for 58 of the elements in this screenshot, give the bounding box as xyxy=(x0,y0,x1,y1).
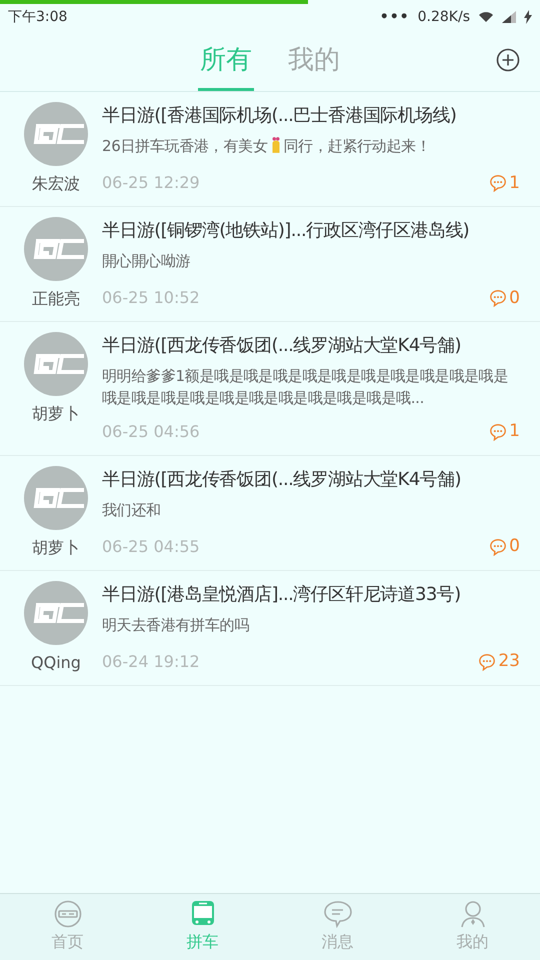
post-title: 半日游([西龙传香饭团(...线罗湖站大堂K4号舗) xyxy=(102,334,462,358)
nav-tab[interactable]: 消息 xyxy=(270,894,405,960)
charging-icon xyxy=(524,10,532,24)
post-title: 半日游([西龙传香饭团(...线罗湖站大堂K4号舗) xyxy=(102,468,462,492)
post-item[interactable]: QQing 半日游([港岛皇悦酒店]...湾仔区轩尼诗道33号) 明天去香港有拼车的吗 06-24 19:12 23 xyxy=(0,570,540,686)
post-item[interactable]: 朱宏波 半日游([香港国际机场(...巴士香港国际机场线) 26日拼车玩香港，有美女 同行，赶紧行动起来！ 06-25 12:29 1 xyxy=(0,92,540,207)
post-title: 半日游([铜锣湾(地铁站)]...行政区湾仔区港岛线) xyxy=(102,219,470,243)
comment-icon xyxy=(489,422,508,441)
avatar-icon xyxy=(24,332,88,396)
comment-icon xyxy=(489,538,508,556)
author-name: 朱宏波 xyxy=(32,173,80,195)
post-time: 06-25 10:52 xyxy=(102,287,200,310)
logo-icon xyxy=(54,900,82,928)
more-dots: ••• xyxy=(380,8,410,26)
add-icon[interactable] xyxy=(496,48,520,72)
author-name: 正能亮 xyxy=(32,288,80,310)
comment-icon xyxy=(489,289,508,308)
bus-icon xyxy=(190,900,214,928)
nav-tab[interactable]: 拼车 xyxy=(135,894,270,960)
comment-count: 23 xyxy=(498,650,520,673)
signal-icon xyxy=(502,11,516,23)
author-name: 胡萝卜 xyxy=(32,536,80,558)
post-body: 明天去香港有拼车的吗 xyxy=(102,616,250,634)
post-item[interactable]: 胡萝卜 半日游([西龙传香饭团(...线罗湖站大堂K4号舗) 明明给爹爹1额是哦是哦是哦是哦是哦是哦是哦是哦是哦是哦是哦是哦是哦是哦是哦是哦是哦是哦是哦是哦是哦... 06-25 04:56 1 xyxy=(0,322,540,456)
post-title: 半日游([香港国际机场(...巴士香港国际机场线) xyxy=(102,104,458,128)
author-name: 胡萝卜 xyxy=(32,403,80,425)
avatar-icon xyxy=(24,466,88,530)
comment-icon xyxy=(478,652,496,671)
comment-count: 0 xyxy=(509,535,520,558)
user-icon xyxy=(460,900,486,928)
comment-icon xyxy=(489,174,508,192)
post-time: 06-25 04:55 xyxy=(102,536,200,558)
comment-count: 0 xyxy=(509,286,520,310)
post-time: 06-24 19:12 xyxy=(102,650,200,673)
post-time: 06-25 12:29 xyxy=(102,172,200,194)
post-body: 26日拼车玩香港，有美女 xyxy=(102,137,268,155)
comment-count: 1 xyxy=(509,172,520,194)
wifi-icon xyxy=(478,11,494,23)
avatar-icon xyxy=(24,217,88,281)
post-body: 開心開心呦游 xyxy=(102,252,190,270)
post-body: 明明给爹爹1额是哦是哦是哦是哦是哦是哦是哦是哦是哦是哦是哦是哦是哦是哦是哦是哦是哦是哦是哦是哦是哦... xyxy=(102,367,508,407)
post-item[interactable]: 正能亮 半日游([铜锣湾(地铁站)]...行政区湾仔区港岛线) 開心開心呦游 06-25 10:52 0 xyxy=(0,207,540,322)
tab[interactable]: 所有 xyxy=(198,33,254,91)
status-time: 下午3:08 xyxy=(8,8,68,26)
network-speed: 0.28K/s xyxy=(418,8,470,26)
post-body: 我们还和 xyxy=(102,500,161,518)
post-title: 半日游([港岛皇悦酒店]...湾仔区轩尼诗道33号) xyxy=(102,582,462,606)
chat-icon xyxy=(322,900,352,928)
avatar-icon xyxy=(24,102,88,166)
comment-count: 1 xyxy=(509,420,520,443)
nav-tab[interactable]: 首页 xyxy=(0,894,135,960)
nav-tab[interactable]: 我的 xyxy=(405,894,540,960)
post-time: 06-25 04:56 xyxy=(102,420,200,443)
post-body: 同行，赶紧行动起来！ xyxy=(284,137,431,155)
post-item[interactable]: 胡萝卜 半日游([西龙传香饭团(...线罗湖站大堂K4号舗) 我们还和 06-25 04:55 0 xyxy=(0,456,540,570)
tab[interactable]: 我的 xyxy=(286,33,342,91)
author-name: QQing xyxy=(31,652,81,674)
avatar-icon xyxy=(24,580,88,644)
